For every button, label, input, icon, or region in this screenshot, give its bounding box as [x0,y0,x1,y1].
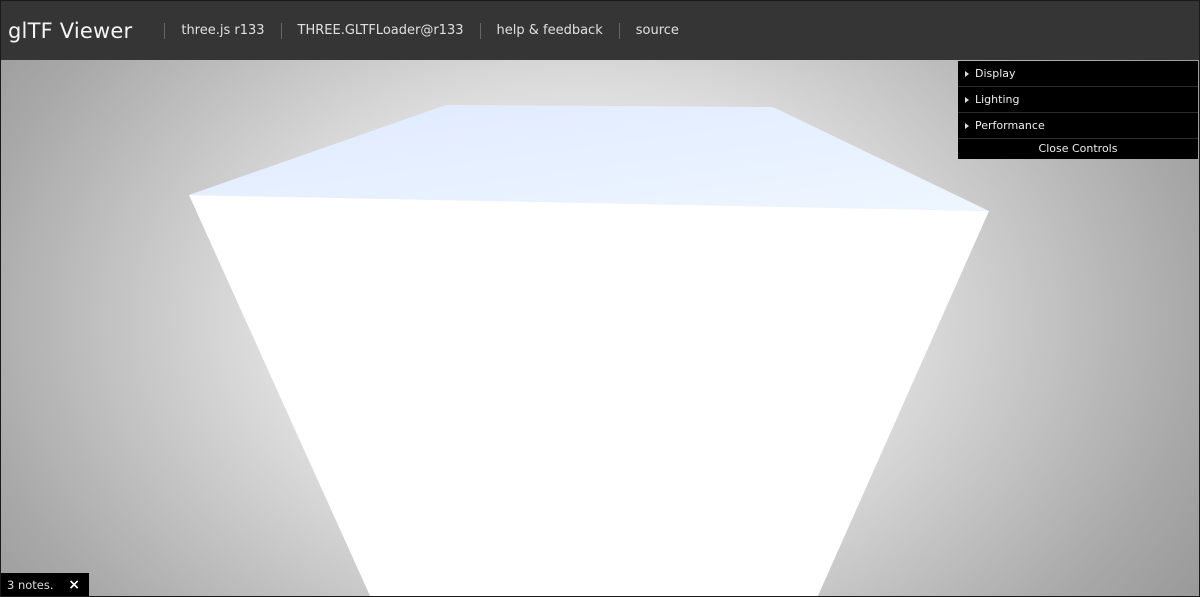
app-window: glTF Viewer three.js r133 THREE.GLTFLoad… [0,0,1200,597]
nav-source[interactable]: source [636,1,679,60]
app-title: glTF Viewer [8,18,133,43]
nav-loader-link[interactable]: THREE.GLTFLoader@r133 [298,23,464,38]
triangle-right-icon [965,96,969,103]
close-controls-button[interactable]: Close Controls [958,139,1198,159]
nav-loader-version[interactable]: THREE.GLTFLoader@r133 [298,1,464,60]
nav-threejs-label: three.js r133 [181,23,265,38]
top-bar: glTF Viewer three.js r133 THREE.GLTFLoad… [1,1,1199,60]
triangle-right-icon [965,70,969,77]
folder-lighting-label: Lighting [975,93,1020,106]
model-front-face [189,195,989,596]
nav-source-link[interactable]: source [636,23,679,38]
triangle-right-icon [965,122,969,129]
controls-panel: Display Lighting Performance Close Contr… [958,61,1198,159]
folder-performance[interactable]: Performance [958,113,1198,139]
notes-count: 3 notes. [7,577,54,592]
nav-help-link[interactable]: help & feedback [497,23,603,38]
folder-display[interactable]: Display [958,61,1198,87]
nav-help-feedback[interactable]: help & feedback [497,1,603,60]
folder-display-label: Display [975,67,1016,80]
nav-separator [618,22,620,39]
folder-lighting[interactable]: Lighting [958,87,1198,113]
close-icon[interactable]: × [68,577,80,593]
model-top-face [189,105,989,211]
nav-separator [280,22,282,39]
nav-separator [479,22,481,39]
notes-bar: 3 notes. × [1,573,89,596]
folder-performance-label: Performance [975,119,1045,132]
nav-separator [164,22,166,39]
nav-threejs-version: three.js r133 [181,1,264,60]
